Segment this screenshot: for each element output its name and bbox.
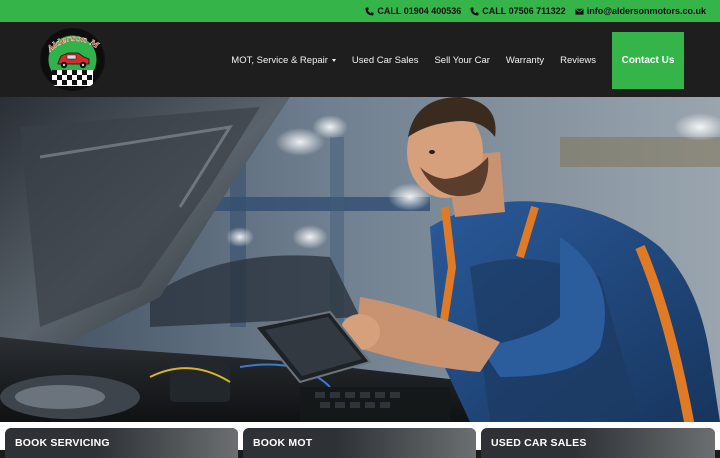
nav-reviews[interactable]: Reviews [560, 55, 596, 66]
top-contact-bar: CALL 01904 400536 CALL 07506 711322 info… [0, 0, 720, 22]
contact-us-button[interactable]: Contact Us [612, 32, 684, 89]
mechanic-photo [0, 97, 720, 422]
phone-2-text: CALL 07506 711322 [482, 6, 566, 16]
phone-link-2[interactable]: CALL 07506 711322 [470, 6, 566, 16]
email-text: info@aldersonmotors.co.uk [586, 6, 706, 16]
envelope-icon [575, 8, 584, 15]
main-nav: MOT, Service & Repair Used Car Sales Sel… [231, 32, 684, 89]
logo-graphic: Alderson Motors Ltd [40, 28, 104, 91]
nav-label: MOT, Service & Repair [231, 55, 328, 66]
card-book-mot[interactable]: BOOK MOT [243, 428, 476, 458]
card-title: USED CAR SALES [491, 437, 587, 449]
nav-used-car-sales[interactable]: Used Car Sales [352, 55, 419, 66]
phone-icon [365, 6, 374, 16]
nav-sell-your-car[interactable]: Sell Your Car [434, 55, 489, 66]
chevron-down-icon [331, 59, 336, 62]
nav-label: Sell Your Car [434, 55, 490, 66]
nav-label: Used Car Sales [351, 55, 419, 66]
service-cards: BOOK SERVICING BOOK MOT USED CAR SALES [0, 422, 720, 458]
nav-warranty[interactable]: Warranty [506, 55, 544, 66]
card-image [574, 428, 715, 458]
nav-label: Reviews [560, 55, 596, 66]
contact-us-label: Contact Us [621, 55, 675, 66]
phone-link-1[interactable]: CALL 01904 400536 [365, 6, 461, 16]
site-header: Alderson Motors Ltd MOT, Service & Repai… [0, 22, 720, 97]
nav-label: Warranty [505, 55, 545, 66]
email-link[interactable]: info@aldersonmotors.co.uk [575, 6, 706, 16]
site-logo[interactable]: Alderson Motors Ltd [40, 28, 105, 91]
hero-image [0, 97, 720, 422]
nav-mot-service-repair[interactable]: MOT, Service & Repair [231, 55, 336, 66]
phone-1-text: CALL 01904 400536 [377, 6, 462, 16]
card-book-servicing[interactable]: BOOK SERVICING [5, 428, 238, 458]
card-used-car-sales[interactable]: USED CAR SALES [481, 428, 715, 458]
card-image [336, 428, 476, 458]
card-title: BOOK SERVICING [15, 437, 110, 449]
phone-icon [470, 6, 479, 16]
card-image [98, 428, 238, 458]
card-title: BOOK MOT [253, 437, 313, 449]
